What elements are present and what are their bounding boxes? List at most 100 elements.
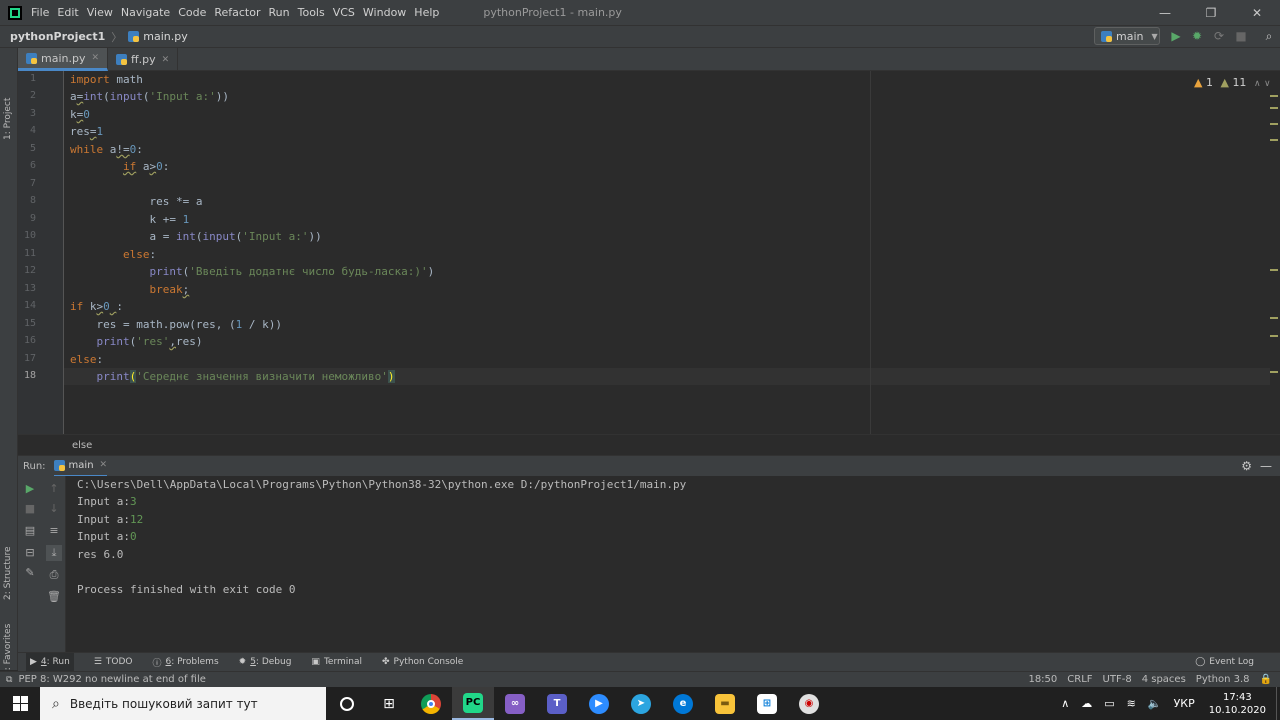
taskbar-teams[interactable]: T <box>536 687 578 720</box>
task-view-button[interactable]: ⊞ <box>368 687 410 720</box>
close-icon[interactable]: ✕ <box>91 53 99 63</box>
structure-tool-tab[interactable]: 2: Structure <box>3 547 13 601</box>
minimize-button[interactable]: — <box>1142 6 1188 20</box>
python-interpreter[interactable]: Python 3.8 <box>1196 674 1250 685</box>
wifi-icon[interactable]: ≋ <box>1127 697 1136 710</box>
taskbar-search[interactable]: ⌕ Введіть пошуковий запит тут <box>40 687 326 720</box>
warning-marker[interactable] <box>1270 371 1278 373</box>
code-line-2: a=int(input('Input a:')) <box>70 90 229 103</box>
breadcrumb-project[interactable]: pythonProject1 <box>10 30 105 43</box>
warning-marker[interactable] <box>1270 317 1278 319</box>
menu-run[interactable]: Run <box>269 6 296 19</box>
close-window-button[interactable]: ✕ <box>1234 6 1280 20</box>
print-icon[interactable]: ⎙ <box>46 567 62 583</box>
input-language[interactable]: УКР <box>1174 697 1195 710</box>
volume-icon[interactable]: 🔈 <box>1148 697 1162 710</box>
run-configuration-select[interactable]: main ▼ <box>1094 27 1160 45</box>
warning-marker[interactable] <box>1270 335 1278 337</box>
run-icon[interactable]: ▶ <box>1169 29 1183 43</box>
taskbar-edge[interactable]: e <box>662 687 704 720</box>
restore-layout-icon[interactable]: ⊟ <box>22 545 38 561</box>
cloud-icon[interactable]: ☁ <box>1081 697 1092 710</box>
warning-marker[interactable] <box>1270 269 1278 271</box>
file-encoding[interactable]: UTF-8 <box>1103 674 1132 685</box>
menu-vcs[interactable]: VCS <box>333 6 361 19</box>
line-separator[interactable]: CRLF <box>1067 674 1092 685</box>
stop-icon[interactable]: ■ <box>1234 29 1248 43</box>
trash-icon[interactable]: 🗑 <box>46 589 62 605</box>
editor-tab-ff-py[interactable]: ff.py ✕ <box>108 48 179 71</box>
run-tab-main[interactable]: main ✕ <box>53 456 108 477</box>
warning-marker[interactable] <box>1270 139 1278 141</box>
line-number-gutter[interactable]: 1 2 3 4 5 6 7 8 9 10 11 12 13 14 15 16 1… <box>18 71 64 434</box>
menu-edit[interactable]: Edit <box>57 6 84 19</box>
editor-tab-main-py[interactable]: main.py ✕ <box>18 48 109 71</box>
error-stripe[interactable] <box>1268 71 1280 434</box>
tool-tab-terminal[interactable]: ▣ Terminal <box>311 657 362 667</box>
soft-wrap-icon[interactable]: ≡ <box>46 523 62 539</box>
warning-marker[interactable] <box>1270 95 1278 97</box>
taskbar-chrome[interactable] <box>410 687 452 720</box>
tool-tab-todo[interactable]: ☰ TODO <box>94 657 133 667</box>
close-icon[interactable]: ✕ <box>162 55 170 65</box>
menu-help[interactable]: Help <box>414 6 445 19</box>
start-button[interactable] <box>0 687 40 720</box>
menu-tools[interactable]: Tools <box>298 6 331 19</box>
scroll-to-end-icon[interactable]: ⤓ <box>46 545 62 561</box>
clock[interactable]: 17:43 10.10.2020 <box>1209 691 1266 717</box>
tool-tab-python-console[interactable]: ✤ Python Console <box>382 657 463 667</box>
search-icon: ⌕ <box>52 695 60 712</box>
taskbar-visual-studio[interactable]: ∞ <box>494 687 536 720</box>
tool-tab-run[interactable]: ▶ 4: Run <box>26 652 74 672</box>
tool-tab-event-log[interactable]: ◯ Event Log <box>1195 657 1254 667</box>
code-breadcrumb[interactable]: else <box>18 434 1280 455</box>
pin-icon[interactable]: ✎ <box>22 565 38 581</box>
chevron-up-icon[interactable]: ∧ <box>1254 79 1261 89</box>
battery-icon[interactable]: ▭ <box>1104 697 1114 710</box>
chevron-up-icon[interactable]: ∧ <box>1061 697 1069 710</box>
taskbar-app[interactable]: ◉ <box>788 687 830 720</box>
down-icon[interactable]: ↓ <box>46 501 62 517</box>
indent-setting[interactable]: 4 spaces <box>1142 674 1186 685</box>
up-icon[interactable]: ↑ <box>46 481 62 497</box>
menu-code[interactable]: Code <box>178 6 212 19</box>
menu-file[interactable]: File <box>31 6 55 19</box>
tool-tab-debug[interactable]: ✹ 5: Debug <box>239 657 292 667</box>
layout-toggle-icon[interactable]: ⧉ <box>6 675 12 685</box>
taskbar-file-explorer[interactable]: ▬ <box>704 687 746 720</box>
weak-warning-icon: ▲ <box>1220 76 1229 89</box>
menu-window[interactable]: Window <box>363 6 412 19</box>
stop-icon[interactable]: ■ <box>22 501 38 517</box>
debug-icon[interactable]: ✹ <box>1190 29 1204 43</box>
warning-marker[interactable] <box>1270 123 1278 125</box>
lock-icon[interactable]: 🔒 <box>1260 674 1272 685</box>
inspection-widget[interactable]: ▲ 1 ▲ 11 ∧ ∨ <box>1194 76 1271 89</box>
gear-icon[interactable]: ⚙ <box>1241 459 1252 473</box>
taskbar-pycharm[interactable]: PC <box>452 687 494 720</box>
run-console[interactable] <box>66 476 1280 652</box>
show-desktop-button[interactable] <box>1276 687 1280 720</box>
hide-panel-icon[interactable]: — <box>1260 459 1272 473</box>
warning-marker[interactable] <box>1270 107 1278 109</box>
tool-tab-problems[interactable]: ⓘ 6: Problems <box>153 656 219 669</box>
code-breadcrumb-item[interactable]: else <box>72 440 92 451</box>
code-line-4: res=1 <box>70 125 104 138</box>
menu-navigate[interactable]: Navigate <box>121 6 176 19</box>
favorites-tool-tab[interactable]: 2: Favorites <box>3 624 13 676</box>
coverage-icon[interactable]: ⟳ <box>1212 29 1226 43</box>
menu-view[interactable]: View <box>87 6 119 19</box>
taskbar-store[interactable]: ⊞ <box>746 687 788 720</box>
close-icon[interactable]: ✕ <box>100 460 108 470</box>
search-everywhere-icon[interactable]: ⌕ <box>1262 29 1276 43</box>
cortana-button[interactable] <box>326 687 368 720</box>
taskbar-telegram[interactable]: ➤ <box>620 687 662 720</box>
status-message[interactable]: PEP 8: W292 no newline at end of file <box>18 674 205 685</box>
caret-position[interactable]: 18:50 <box>1028 674 1057 685</box>
rerun-icon[interactable]: ▶ <box>22 481 38 497</box>
project-tool-tab[interactable]: 1: Project <box>3 98 13 140</box>
menu-refactor[interactable]: Refactor <box>214 6 266 19</box>
maximize-button[interactable]: ❐ <box>1188 6 1234 20</box>
layout-icon[interactable]: ▤ <box>22 523 38 539</box>
breadcrumb-file[interactable]: main.py <box>143 30 187 43</box>
taskbar-zoom[interactable]: ▶ <box>578 687 620 720</box>
